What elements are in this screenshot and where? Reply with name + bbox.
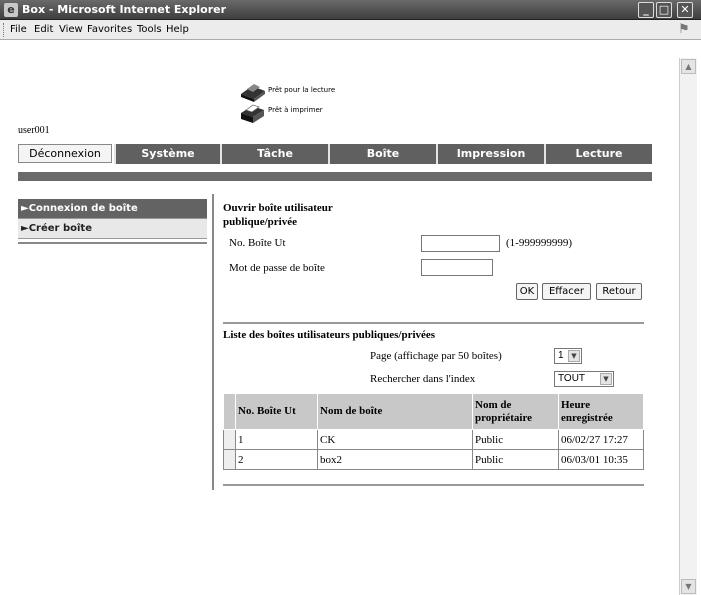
arrow-right-icon: ► xyxy=(21,203,29,214)
section-divider xyxy=(223,322,644,324)
sidebar-divider xyxy=(18,242,207,244)
menu-file[interactable]: File xyxy=(10,24,27,35)
scroll-down-icon[interactable]: ▼ xyxy=(681,579,696,594)
printer-print-icon xyxy=(241,104,264,123)
main-nav: Déconnexion Système Tâche Boîte Impressi… xyxy=(18,144,652,164)
back-button[interactable]: Retour xyxy=(596,283,642,300)
password-label: Mot de passe de boîte xyxy=(229,262,325,274)
owner-cell: Public xyxy=(472,449,559,470)
page-label: Page (affichage par 50 boîtes) xyxy=(370,350,502,362)
owner-cell: Public xyxy=(472,429,559,450)
menu-edit[interactable]: Edit xyxy=(34,24,53,35)
tab-tache[interactable]: Tâche xyxy=(220,144,328,164)
table-row[interactable]: 2 box2 Public 06/03/01 10:35 xyxy=(223,449,644,470)
read-status-text: Prêt pour la lecture xyxy=(268,86,336,94)
menu-view[interactable]: View xyxy=(59,24,83,35)
sidebar-item-box-login[interactable]: ►Connexion de boîte xyxy=(18,199,207,219)
menu-tools[interactable]: Tools xyxy=(137,24,162,35)
column-header-owner: Nom de propriétaire xyxy=(472,393,559,430)
box-no-range: (1-999999999) xyxy=(506,237,572,249)
tab-boite[interactable]: Boîte xyxy=(328,144,436,164)
window-titlebar: e Box - Microsoft Internet Explorer _ □ … xyxy=(0,0,701,20)
box-table: No. Boîte Ut Nom de boîte Nom de proprié… xyxy=(223,393,644,470)
page-select[interactable]: 1 ▼ xyxy=(554,348,582,364)
menu-favorites[interactable]: Favorites xyxy=(87,24,132,35)
sidebar-item-label: Créer boîte xyxy=(28,223,92,234)
vertical-divider xyxy=(212,194,214,490)
maximize-icon[interactable]: □ xyxy=(656,2,672,18)
tab-impression[interactable]: Impression xyxy=(436,144,544,164)
close-icon[interactable]: ✕ xyxy=(677,2,693,18)
box-list-title: Liste des boîtes utilisateurs publiques/… xyxy=(223,329,436,341)
index-select-value: TOUT xyxy=(558,373,586,384)
index-label: Rechercher dans l'index xyxy=(370,373,476,385)
ok-button[interactable]: OK xyxy=(516,283,538,300)
vertical-scrollbar[interactable]: ▲ ▼ xyxy=(679,58,697,595)
window-title: Box - Microsoft Internet Explorer xyxy=(22,3,227,16)
clear-button[interactable]: Effacer xyxy=(542,283,591,300)
box-no-cell[interactable]: 2 xyxy=(235,449,318,470)
sidebar-item-create-box[interactable]: ►Créer boîte xyxy=(18,219,207,239)
printer-read-icon xyxy=(241,84,265,102)
chevron-down-icon[interactable]: ▼ xyxy=(600,373,612,385)
print-status-text: Prêt à imprimer xyxy=(268,106,323,114)
box-no-cell[interactable]: 1 xyxy=(235,429,318,450)
header-bar xyxy=(18,172,652,181)
column-header-box-no: No. Boîte Ut xyxy=(235,393,318,430)
box-name-cell[interactable]: CK xyxy=(317,429,473,450)
row-select-cell[interactable] xyxy=(223,429,236,450)
menu-bar: File Edit View Favorites Tools Help ⚑ xyxy=(0,20,701,40)
box-no-input[interactable] xyxy=(421,235,500,252)
chevron-down-icon[interactable]: ▼ xyxy=(568,350,580,362)
password-input[interactable] xyxy=(421,259,493,276)
time-cell: 06/02/27 17:27 xyxy=(558,429,644,450)
user-name: user001 xyxy=(18,125,50,136)
sidebar-item-label: Connexion de boîte xyxy=(28,203,138,214)
tab-lecture[interactable]: Lecture xyxy=(544,144,652,164)
table-header-row: No. Boîte Ut Nom de boîte Nom de proprié… xyxy=(223,393,644,430)
box-name-cell[interactable]: box2 xyxy=(317,449,473,470)
tab-systeme[interactable]: Système xyxy=(114,144,220,164)
row-select-cell[interactable] xyxy=(223,449,236,470)
table-row[interactable]: 1 CK Public 06/02/27 17:27 xyxy=(223,429,644,450)
ie-logo-icon: e xyxy=(4,3,18,17)
select-column-header xyxy=(223,393,236,430)
menu-help[interactable]: Help xyxy=(166,24,189,35)
index-select[interactable]: TOUT ▼ xyxy=(554,371,614,387)
box-no-label: No. Boîte Ut xyxy=(229,237,286,249)
windows-flag-icon: ⚑ xyxy=(678,22,690,37)
page-select-value: 1 xyxy=(558,350,564,361)
toolbar-grip xyxy=(3,23,5,37)
open-box-title: Ouvrir boîte utilisateur publique/privée xyxy=(223,202,333,228)
minimize-icon[interactable]: _ xyxy=(638,2,654,18)
logout-button[interactable]: Déconnexion xyxy=(18,144,112,163)
sidebar: ►Connexion de boîte ►Créer boîte xyxy=(18,199,207,244)
column-header-time: Heure enregistrée xyxy=(558,393,644,430)
column-header-box-name: Nom de boîte xyxy=(317,393,473,430)
table-bottom-divider xyxy=(223,484,644,486)
time-cell: 06/03/01 10:35 xyxy=(558,449,644,470)
arrow-right-icon: ► xyxy=(21,223,29,234)
scroll-up-icon[interactable]: ▲ xyxy=(681,59,696,74)
